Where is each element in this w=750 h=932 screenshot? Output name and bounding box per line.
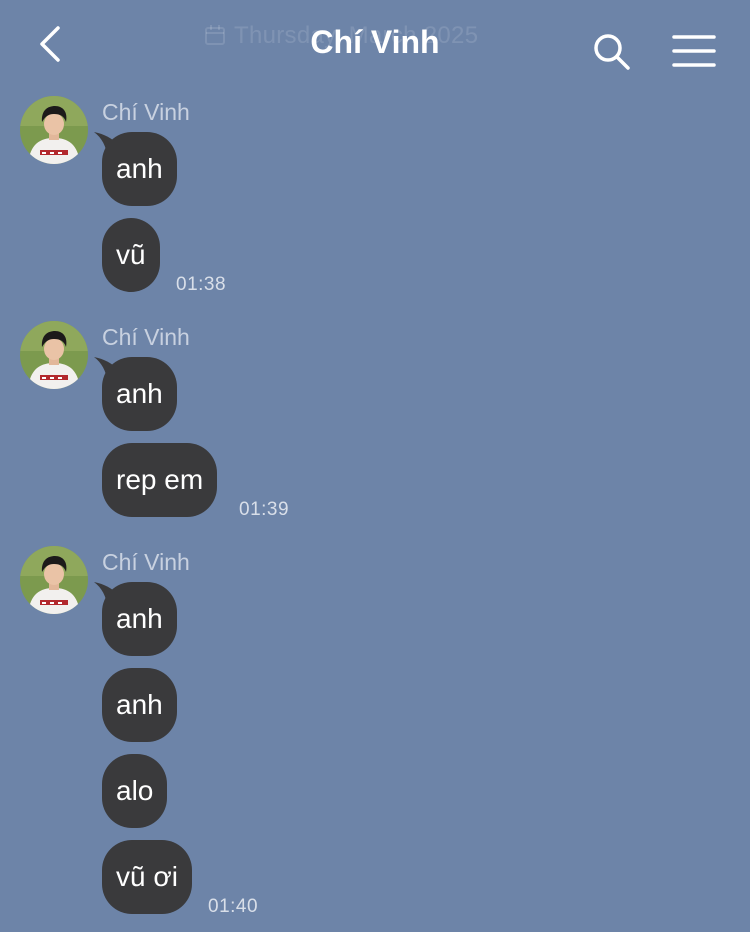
message-bubble[interactable]: anh — [102, 582, 177, 656]
date-hint: Thursday, March 2025 — [204, 22, 478, 53]
calendar-icon — [204, 24, 226, 53]
back-button[interactable] — [34, 24, 70, 64]
date-hint-text: Thursday, March 2025 — [234, 22, 479, 49]
sender-name: Chí Vinh — [102, 549, 190, 575]
search-icon — [594, 34, 630, 70]
message-time: 01:38 — [176, 274, 227, 295]
sender-name: Chí Vinh — [102, 324, 190, 350]
chevron-left-icon — [40, 26, 60, 62]
message-bubble[interactable]: alo — [102, 754, 168, 828]
search-button[interactable] — [592, 32, 632, 72]
message-time: 01:40 — [208, 896, 259, 917]
message-time: 01:39 — [239, 499, 290, 520]
message-bubble[interactable]: anh — [102, 357, 177, 431]
avatar[interactable] — [20, 96, 88, 164]
menu-button[interactable] — [672, 34, 716, 68]
avatar[interactable] — [20, 321, 88, 389]
message-bubble[interactable]: anh — [102, 668, 177, 742]
hamburger-menu-icon — [672, 35, 716, 67]
chat-header: Thursday, March 2025 Chí Vinh — [0, 0, 750, 90]
avatar[interactable] — [20, 546, 88, 614]
message-bubble[interactable]: vũ ơi — [102, 840, 192, 914]
sender-name: Chí Vinh — [102, 99, 190, 125]
message-group: Chí Vinh anh vũ 01:38 — [0, 96, 750, 296]
message-bubble[interactable]: anh — [102, 132, 177, 206]
message-bubble[interactable]: vũ — [102, 218, 160, 292]
message-bubble[interactable]: rep em — [102, 443, 218, 517]
message-group: Chí Vinh anh anh alo vũ ơi 01:40 — [0, 546, 750, 932]
message-group: Chí Vinh anh rep em 01:39 — [0, 321, 750, 521]
